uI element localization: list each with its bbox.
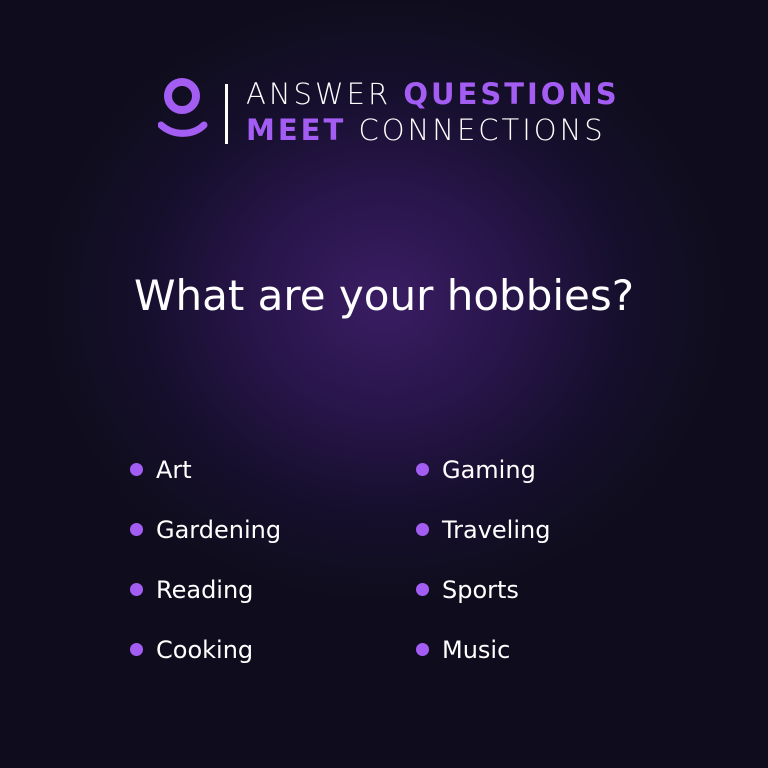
logo-divider <box>225 84 228 144</box>
hobby-label: Reading <box>156 576 254 604</box>
hobby-item-cooking: Cooking <box>130 620 370 680</box>
hobby-label: Traveling <box>442 516 551 544</box>
bullet-icon <box>416 582 429 596</box>
hobby-item-music: Music <box>416 620 656 680</box>
tagline-line-1: ANSWER QUESTIONS <box>246 76 620 112</box>
bullet-icon <box>130 522 143 536</box>
tagline-line-2: MEET CONNECTIONS <box>246 112 616 148</box>
bullet-icon <box>416 462 429 476</box>
header-brand: ANSWER QUESTIONS MEET CONNECTIONS <box>157 76 620 150</box>
user-icon <box>157 76 208 146</box>
question-heading: What are your hobbies? <box>133 271 635 320</box>
tagline: ANSWER QUESTIONS MEET CONNECTIONS <box>246 76 620 148</box>
tagline-connections: CONNECTIONS <box>358 113 606 147</box>
bullet-icon <box>130 642 143 656</box>
tagline-questions: QUESTIONS <box>403 77 620 111</box>
hobbies-column-1: Art Gardening Reading Cooking <box>130 440 370 680</box>
hobby-item-art: Art <box>130 440 370 500</box>
tagline-answer: ANSWER <box>246 77 392 111</box>
hobbies-list: Art Gardening Reading Cooking Gaming Tra… <box>130 440 650 672</box>
hobby-label: Art <box>156 456 192 484</box>
tagline-meet: MEET <box>246 113 347 147</box>
bullet-icon <box>130 582 143 596</box>
bullet-icon <box>416 642 429 656</box>
hobby-label: Cooking <box>156 636 254 664</box>
hobby-label: Music <box>442 636 511 664</box>
hobby-label: Gardening <box>156 516 282 544</box>
hobby-item-traveling: Traveling <box>416 500 656 560</box>
hobby-item-gaming: Gaming <box>416 440 656 500</box>
hobbies-column-2: Gaming Traveling Sports Music <box>416 440 656 680</box>
hobby-item-reading: Reading <box>130 560 370 620</box>
hobby-item-sports: Sports <box>416 560 656 620</box>
hobby-item-gardening: Gardening <box>130 500 370 560</box>
hobby-label: Sports <box>442 576 519 604</box>
bullet-icon <box>416 522 429 536</box>
bullet-icon <box>130 462 143 476</box>
hobby-label: Gaming <box>442 456 536 484</box>
